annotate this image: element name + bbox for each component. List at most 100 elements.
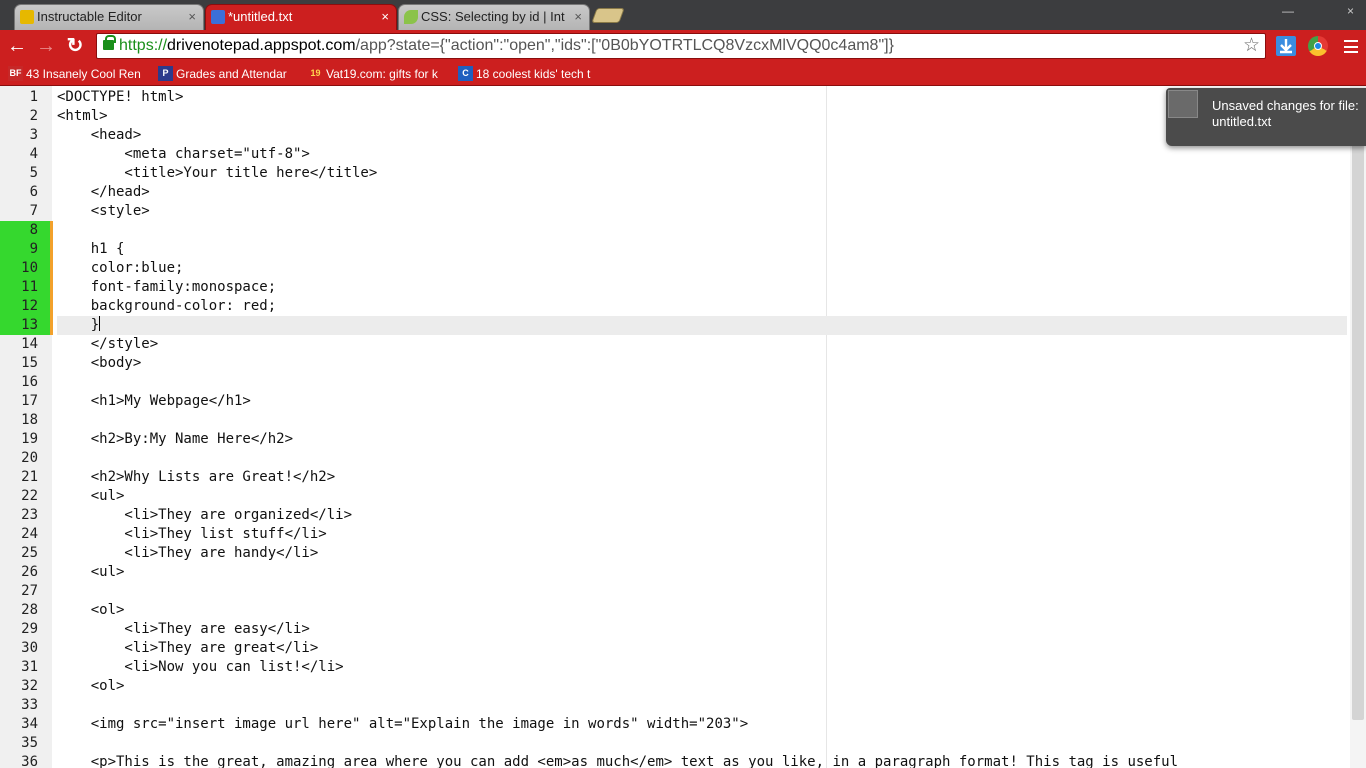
- line-number: 10: [0, 259, 52, 278]
- code-line[interactable]: <li>They list stuff</li>: [57, 525, 1347, 544]
- scrollbar-thumb[interactable]: [1352, 88, 1364, 720]
- code-line[interactable]: <DOCTYPE! html>: [57, 88, 1347, 107]
- code-line[interactable]: <body>: [57, 354, 1347, 373]
- line-number: 18: [21, 412, 38, 428]
- code-editor[interactable]: 1 2 3 4 5 6 7 8 9 10 11 12 13 14 15 16 17 18 19 20 21 22 23 24 2…: [0, 86, 1350, 768]
- code-line[interactable]: <p>This is the great, amazing area where…: [57, 753, 1347, 768]
- code-line[interactable]: <ol>: [57, 677, 1347, 696]
- line-number: 24: [21, 526, 38, 542]
- reload-icon[interactable]: ↻: [64, 35, 86, 57]
- code-line[interactable]: </head>: [57, 183, 1347, 202]
- code-line[interactable]: <h2>By:My Name Here</h2>: [57, 430, 1347, 449]
- code-line[interactable]: <li>Now you can list!</li>: [57, 658, 1347, 677]
- line-number: 36: [21, 754, 38, 768]
- download-icon[interactable]: [1276, 36, 1296, 56]
- tab-strip: Instructable Editor × *untitled.txt × CS…: [0, 0, 1366, 30]
- new-tab-button[interactable]: [591, 8, 625, 23]
- line-number: 6: [29, 184, 38, 200]
- bookmark-favicon: 19: [308, 66, 323, 81]
- bookmark-star-icon[interactable]: ☆: [1243, 34, 1260, 58]
- code-line[interactable]: [57, 582, 1347, 601]
- tab-css-selecting-by-id[interactable]: CSS: Selecting by id | Int ×: [398, 4, 590, 30]
- code-line[interactable]: <head>: [57, 126, 1347, 145]
- code-line[interactable]: <h2>Why Lists are Great!</h2>: [57, 468, 1347, 487]
- code-line[interactable]: <meta charset="utf-8">: [57, 145, 1347, 164]
- tab-untitled-txt[interactable]: *untitled.txt ×: [205, 4, 397, 30]
- bookmark-label: Grades and Attendar: [176, 67, 287, 81]
- line-number: 20: [21, 450, 38, 466]
- bookmark-item[interactable]: C 18 coolest kids' tech t: [456, 65, 598, 83]
- code-line[interactable]: [57, 373, 1347, 392]
- code-line[interactable]: <style>: [57, 202, 1347, 221]
- address-bar[interactable]: https://drivenotepad.appspot.com/app?sta…: [96, 33, 1266, 59]
- code-line[interactable]: }: [57, 316, 1347, 335]
- code-line[interactable]: <img src="insert image url here" alt="Ex…: [57, 715, 1347, 734]
- bookmark-item[interactable]: 19 Vat19.com: gifts for k: [306, 65, 446, 83]
- back-arrow-icon[interactable]: ←: [6, 35, 28, 57]
- line-number: 9: [0, 240, 52, 259]
- line-number: 1: [29, 89, 38, 105]
- url-host: drivenotepad.appspot.com: [167, 37, 356, 54]
- code-line[interactable]: <ol>: [57, 601, 1347, 620]
- code-line[interactable]: color:blue;: [57, 259, 1347, 278]
- line-number: 17: [21, 393, 38, 409]
- line-number: 28: [21, 602, 38, 618]
- code-line[interactable]: background-color: red;: [57, 297, 1347, 316]
- code-line-text: }: [57, 317, 100, 333]
- notification-line2: untitled.txt: [1212, 114, 1272, 129]
- tab-title: Instructable Editor: [37, 9, 142, 24]
- notification-icon: [1168, 90, 1198, 118]
- text-cursor: [99, 316, 101, 331]
- bookmark-item[interactable]: P Grades and Attendar: [156, 65, 295, 83]
- code-line[interactable]: h1 {: [57, 240, 1347, 259]
- line-number: 2: [29, 108, 38, 124]
- url-scheme: https://: [119, 37, 168, 54]
- browser-toolbar: ← → ↻ https://drivenotepad.appspot.com/a…: [0, 30, 1366, 62]
- forward-arrow-icon[interactable]: →: [35, 35, 57, 57]
- bookmark-favicon: C: [458, 66, 473, 81]
- chrome-extension-icon[interactable]: [1308, 36, 1328, 56]
- minimize-icon[interactable]: —: [1282, 4, 1294, 18]
- code-line[interactable]: [57, 696, 1347, 715]
- code-line[interactable]: [57, 449, 1347, 468]
- tab-instructable-editor[interactable]: Instructable Editor ×: [14, 4, 204, 30]
- code-line[interactable]: <html>: [57, 107, 1347, 126]
- menu-icon[interactable]: [1341, 36, 1361, 56]
- line-number: 15: [21, 355, 38, 371]
- line-number: 8: [0, 221, 52, 240]
- code-line[interactable]: <li>They are organized</li>: [57, 506, 1347, 525]
- line-number: 13: [0, 316, 52, 335]
- line-number: 11: [0, 278, 52, 297]
- code-line[interactable]: <ul>: [57, 563, 1347, 582]
- lock-icon: [103, 35, 116, 50]
- code-line[interactable]: <title>Your title here</title>: [57, 164, 1347, 183]
- code-text[interactable]: <DOCTYPE! html> <html> <head> <meta chars…: [57, 88, 1347, 768]
- code-line[interactable]: <li>They are easy</li>: [57, 620, 1347, 639]
- close-icon[interactable]: ×: [574, 5, 582, 29]
- code-line[interactable]: <h1>My Webpage</h1>: [57, 392, 1347, 411]
- bookmark-label: 18 coolest kids' tech t: [476, 67, 591, 81]
- close-icon[interactable]: ×: [188, 5, 196, 29]
- close-window-icon[interactable]: ×: [1347, 4, 1354, 18]
- line-number: 31: [21, 659, 38, 675]
- bookmark-item[interactable]: BF 43 Insanely Cool Ren: [6, 65, 146, 83]
- code-line[interactable]: [57, 411, 1347, 430]
- code-line[interactable]: <ul>: [57, 487, 1347, 506]
- code-line[interactable]: <li>They are great</li>: [57, 639, 1347, 658]
- notification-line1: Unsaved changes for file:: [1212, 98, 1359, 113]
- code-line[interactable]: [57, 221, 1347, 240]
- instructables-robot-icon: [20, 10, 34, 24]
- line-number: 30: [21, 640, 38, 656]
- line-number: 32: [21, 678, 38, 694]
- close-icon[interactable]: ×: [381, 5, 389, 29]
- line-number: 27: [21, 583, 38, 599]
- bookmarks-bar: BF 43 Insanely Cool Ren P Grades and Att…: [0, 62, 1366, 86]
- line-number: 34: [21, 716, 38, 732]
- code-line[interactable]: </style>: [57, 335, 1347, 354]
- code-line[interactable]: <li>They are handy</li>: [57, 544, 1347, 563]
- tab-title: CSS: Selecting by id | Int: [421, 9, 565, 24]
- code-line[interactable]: font-family:monospace;: [57, 278, 1347, 297]
- line-number: 21: [21, 469, 38, 485]
- vertical-scrollbar[interactable]: [1350, 86, 1366, 768]
- code-line[interactable]: [57, 734, 1347, 753]
